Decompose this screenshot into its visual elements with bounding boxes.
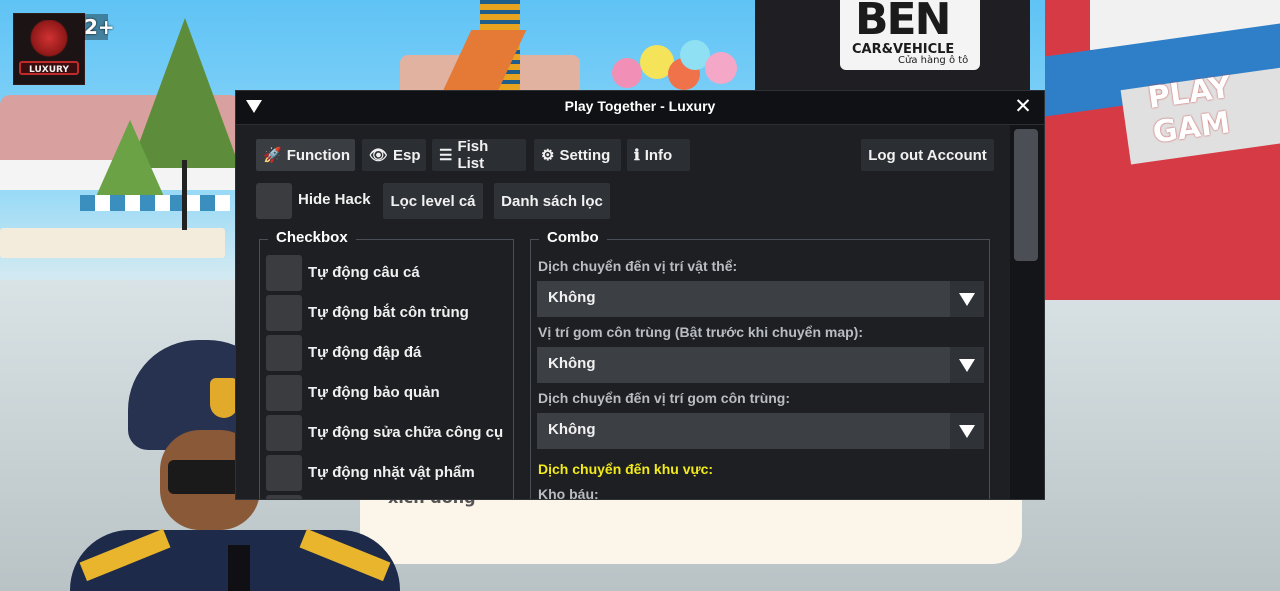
info-icon: ℹ xyxy=(634,147,640,164)
vertical-scrollbar[interactable] xyxy=(1010,125,1044,499)
select-value: Không xyxy=(548,289,596,306)
age-rating-badge: 2+ xyxy=(84,14,115,40)
window-content: 🚀 Function 👁 Esp ☰ Fish List ⚙ Setting ℹ… xyxy=(236,125,1011,500)
tab-label: Setting xyxy=(559,146,611,164)
mod-menu-window: Play Together - Luxury ✕ 🚀 Function 👁 Es… xyxy=(235,90,1045,500)
logout-button[interactable]: Log out Account xyxy=(861,139,994,171)
checkbox-label: Tự động sửa chữa công cụ xyxy=(308,424,504,441)
tab-label: Function xyxy=(286,146,351,164)
filter-list-button[interactable]: Danh sách lọc xyxy=(494,183,610,219)
dropdown-arrow-icon[interactable] xyxy=(950,281,984,317)
checkbox-label: Tự động câu cá xyxy=(308,264,420,281)
auto-fishing-checkbox[interactable] xyxy=(266,255,302,291)
dragon-icon xyxy=(26,20,72,60)
tab-esp[interactable]: 👁 Esp xyxy=(362,139,426,171)
hide-hack-label: Hide Hack xyxy=(298,191,371,208)
window-title: Play Together - Luxury xyxy=(564,98,716,114)
title-bar[interactable]: Play Together - Luxury ✕ xyxy=(236,91,1044,125)
teleport-insect-gather-select[interactable]: Không xyxy=(537,413,984,449)
auto-break-rock-checkbox[interactable] xyxy=(266,335,302,371)
gear-icon: ⚙ xyxy=(541,147,555,164)
auto-catch-insect-checkbox[interactable] xyxy=(266,295,302,331)
filter-fish-level-button[interactable]: Lọc level cá xyxy=(383,183,483,219)
tab-label: Esp xyxy=(393,146,421,164)
select-value: Không xyxy=(548,421,596,438)
tab-info[interactable]: ℹ Info xyxy=(627,139,690,171)
balloon xyxy=(705,52,737,84)
tie xyxy=(228,545,250,591)
combo-group-title: Combo xyxy=(539,229,607,246)
checkbox-label: Tự động nhặt vật phẩm xyxy=(308,464,475,481)
car-shop-logo: BEN xyxy=(855,0,951,45)
tab-fish-list[interactable]: ☰ Fish List xyxy=(432,138,526,172)
next-checkbox[interactable] xyxy=(266,495,302,499)
tab-function[interactable]: 🚀 Function xyxy=(256,139,355,171)
dropdown-arrow-icon[interactable] xyxy=(950,413,984,449)
scroll-thumb[interactable] xyxy=(1014,129,1038,261)
combo-label: Dịch chuyển đến vị trí gom côn trùng: xyxy=(538,390,791,406)
hide-hack-checkbox[interactable] xyxy=(256,183,292,219)
select-value: Không xyxy=(548,355,596,372)
area-heading: Dịch chuyển đến khu vực: xyxy=(538,461,714,477)
checkbox-label: Tự động bắt côn trùng xyxy=(308,304,469,321)
balloon xyxy=(612,58,642,88)
checkbox-label: Tự động đập đá xyxy=(308,344,422,361)
dropdown-arrow-icon[interactable] xyxy=(950,347,984,383)
tab-label: Fish List xyxy=(457,138,489,172)
tab-label: Info xyxy=(644,146,673,164)
rocket-icon: 🚀 xyxy=(263,147,282,164)
street-lamp xyxy=(182,160,187,230)
insect-gather-position-select[interactable]: Không xyxy=(537,347,984,383)
checkbox-label: Tự động bảo quản xyxy=(308,384,440,401)
bench xyxy=(0,228,225,258)
list-icon: ☰ xyxy=(439,147,453,164)
close-icon[interactable]: ✕ xyxy=(1012,95,1034,117)
auto-pickup-item-checkbox[interactable] xyxy=(266,455,302,491)
combo-label: Dịch chuyển đến vị trí vật thể: xyxy=(538,258,738,274)
auto-preserve-checkbox[interactable] xyxy=(266,375,302,411)
car-shop-caption: Cửa hàng ô tô xyxy=(898,55,969,66)
police-badge xyxy=(210,378,238,418)
teleport-object-select[interactable]: Không xyxy=(537,281,984,317)
tab-setting[interactable]: ⚙ Setting xyxy=(534,139,621,171)
combo-group: Combo Dịch chuyển đến vị trí vật thể: Kh… xyxy=(530,229,990,500)
treasure-label: Kho báu: xyxy=(538,486,599,500)
checkbox-group-title: Checkbox xyxy=(268,229,356,246)
eye-icon: 👁 xyxy=(369,147,389,164)
luxury-logo: LUXURY xyxy=(13,13,85,85)
combo-label: Vị trí gom côn trùng (Bật trước khi chuy… xyxy=(538,324,864,340)
auto-repair-tool-checkbox[interactable] xyxy=(266,415,302,451)
checkbox-group: Checkbox Tự động câu cá Tự động bắt côn … xyxy=(259,229,514,499)
shop-awning xyxy=(80,195,230,211)
logo-label: LUXURY xyxy=(19,61,79,75)
